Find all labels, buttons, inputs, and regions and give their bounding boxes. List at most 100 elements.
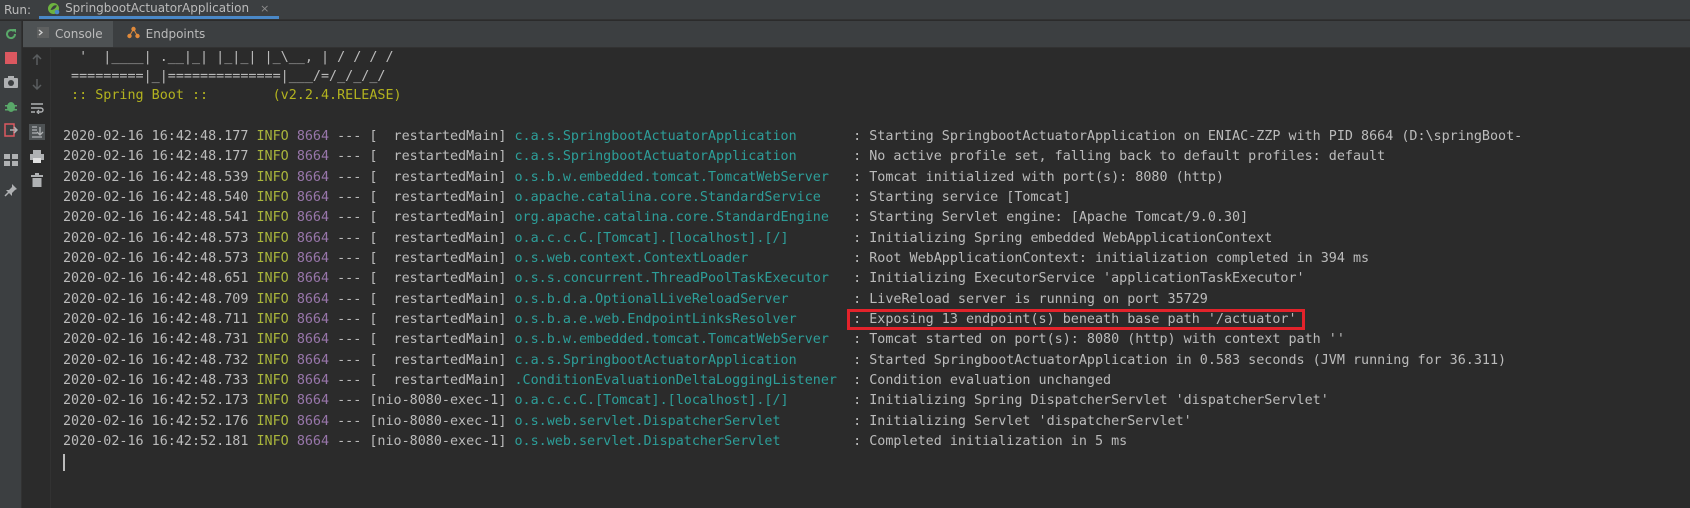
log-pid: 8664 xyxy=(296,250,330,266)
log-level: INFO xyxy=(256,433,289,449)
log-pid: 8664 xyxy=(296,372,330,388)
log-logger: c.a.s.SpringbootActuatorApplication xyxy=(514,149,846,165)
log-line: 2020-02-16 16:42:48.573 INFO 8664 --- [ … xyxy=(63,229,1272,249)
log-pid: 8664 xyxy=(296,169,330,185)
down-arrow-icon[interactable] xyxy=(29,76,45,92)
log-thread: [ restartedMain] xyxy=(369,169,507,185)
log-thread: [ restartedMain] xyxy=(369,372,507,388)
log-thread: [ restartedMain] xyxy=(369,271,507,287)
log-thread: [ restartedMain] xyxy=(369,291,507,307)
text-caret xyxy=(63,454,65,471)
log-timestamp: 2020-02-16 16:42:48.540 xyxy=(63,189,249,205)
log-level: INFO xyxy=(256,210,289,226)
spring-boot-version-line: :: Spring Boot :: (v2.2.4.RELEASE) xyxy=(63,88,402,103)
tab-endpoints[interactable]: Endpoints xyxy=(113,21,216,47)
log-line: 2020-02-16 16:42:52.176 INFO 8664 --- [n… xyxy=(63,412,1192,432)
banner-line: =========|_|==============|___/=/_/_/_/ xyxy=(63,69,386,84)
debug-bug-icon[interactable] xyxy=(3,98,19,114)
exit-icon[interactable] xyxy=(3,122,19,138)
log-timestamp: 2020-02-16 16:42:48.732 xyxy=(63,352,249,368)
highlight-box xyxy=(847,308,1305,330)
log-level: INFO xyxy=(256,372,289,388)
log-timestamp: 2020-02-16 16:42:48.709 xyxy=(63,291,249,307)
log-separator: --- xyxy=(337,433,362,449)
log-pid: 8664 xyxy=(296,210,330,226)
log-thread: [ restartedMain] xyxy=(369,189,507,205)
log-line: 2020-02-16 16:42:48.731 INFO 8664 --- [ … xyxy=(63,330,1345,350)
log-logger: o.s.s.concurrent.ThreadPoolTaskExecutor xyxy=(514,271,846,287)
log-level: INFO xyxy=(256,129,289,144)
banner-line: ' |____| .__|_| |_|_| |_\__, | / / / / xyxy=(63,50,394,65)
log-thread: [ restartedMain] xyxy=(369,210,507,226)
log-separator: --- xyxy=(337,311,362,327)
log-timestamp: 2020-02-16 16:42:52.176 xyxy=(63,413,249,429)
log-message: : LiveReload server is running on port 3… xyxy=(853,291,1208,307)
log-separator: --- xyxy=(337,230,362,246)
pin-icon[interactable] xyxy=(3,182,19,198)
close-icon[interactable]: × xyxy=(260,2,269,15)
log-pid: 8664 xyxy=(296,311,330,327)
log-line: 2020-02-16 16:42:48.733 INFO 8664 --- [ … xyxy=(63,371,1111,391)
scroll-to-end-icon[interactable] xyxy=(29,124,45,140)
log-logger: o.a.c.c.C.[Tomcat].[localhost].[/] xyxy=(514,230,846,246)
log-pid: 8664 xyxy=(296,332,330,348)
console-toolbar xyxy=(23,48,51,508)
log-logger: o.s.b.d.a.OptionalLiveReloadServer xyxy=(514,291,846,307)
log-separator: --- xyxy=(337,169,362,185)
trash-icon[interactable] xyxy=(29,172,45,188)
camera-icon[interactable] xyxy=(3,74,19,90)
log-line: 2020-02-16 16:42:48.573 INFO 8664 --- [ … xyxy=(63,249,1369,269)
log-level: INFO xyxy=(256,149,289,165)
log-pid: 8664 xyxy=(296,413,330,429)
log-line: 2020-02-16 16:42:48.539 INFO 8664 --- [ … xyxy=(63,168,1224,188)
tab-console[interactable]: Console xyxy=(23,21,113,47)
log-separator: --- xyxy=(337,189,362,205)
console-output[interactable]: ' |____| .__|_| |_|_| |_\__, | / / / / =… xyxy=(52,48,1690,508)
log-timestamp: 2020-02-16 16:42:48.177 xyxy=(63,149,249,165)
log-timestamp: 2020-02-16 16:42:48.651 xyxy=(63,271,249,287)
log-separator: --- xyxy=(337,413,362,429)
log-logger: c.a.s.SpringbootActuatorApplication xyxy=(514,352,846,368)
log-line: 2020-02-16 16:42:52.181 INFO 8664 --- [n… xyxy=(63,432,1127,452)
log-separator: --- xyxy=(337,372,362,388)
log-timestamp: 2020-02-16 16:42:48.177 xyxy=(63,129,249,144)
log-pid: 8664 xyxy=(296,271,330,287)
log-pid: 8664 xyxy=(296,291,330,307)
log-level: INFO xyxy=(256,189,289,205)
soft-wrap-icon[interactable] xyxy=(29,100,45,116)
log-line: 2020-02-16 16:42:52.173 INFO 8664 --- [n… xyxy=(63,391,1329,411)
log-message: : Initializing ExecutorService 'applicat… xyxy=(853,271,1305,287)
log-message: : Tomcat initialized with port(s): 8080 … xyxy=(853,169,1224,185)
log-separator: --- xyxy=(337,271,362,287)
log-message: : Root WebApplicationContext: initializa… xyxy=(853,250,1370,266)
log-pid: 8664 xyxy=(296,433,330,449)
log-thread: [nio-8080-exec-1] xyxy=(369,393,507,409)
log-pid: 8664 xyxy=(296,230,330,246)
stop-icon[interactable] xyxy=(3,50,19,66)
log-line: 2020-02-16 16:42:48.177 INFO 8664 --- [ … xyxy=(63,147,1385,167)
log-thread: [ restartedMain] xyxy=(369,311,507,327)
log-timestamp: 2020-02-16 16:42:48.733 xyxy=(63,372,249,388)
log-line: 2020-02-16 16:42:48.540 INFO 8664 --- [ … xyxy=(63,188,1071,208)
print-icon[interactable] xyxy=(29,148,45,164)
log-line: 2020-02-16 16:42:48.541 INFO 8664 --- [ … xyxy=(63,208,1248,228)
run-config-tab[interactable]: SpringbootActuatorApplication × xyxy=(39,0,280,19)
log-message: : Initializing Servlet 'dispatcherServle… xyxy=(853,413,1192,429)
log-separator: --- xyxy=(337,149,362,165)
layout-icon[interactable] xyxy=(3,152,19,168)
log-thread: [nio-8080-exec-1] xyxy=(369,433,507,449)
rerun-icon[interactable] xyxy=(3,26,19,42)
log-message: : Completed initialization in 5 ms xyxy=(853,433,1128,449)
log-timestamp: 2020-02-16 16:42:48.573 xyxy=(63,250,249,266)
log-thread: [ restartedMain] xyxy=(369,230,507,246)
log-message: : Starting service [Tomcat] xyxy=(853,189,1071,205)
log-pid: 8664 xyxy=(296,352,330,368)
log-logger: o.apache.catalina.core.StandardService xyxy=(514,189,846,205)
log-message: : Initializing Spring embedded WebApplic… xyxy=(853,230,1273,246)
up-arrow-icon[interactable] xyxy=(29,52,45,68)
log-line: 2020-02-16 16:42:48.177 INFO 8664 --- [ … xyxy=(63,127,1522,147)
run-label: Run: xyxy=(4,3,32,17)
log-thread: [ restartedMain] xyxy=(369,332,507,348)
run-toolwindow-header: Run: SpringbootActuatorApplication × xyxy=(0,0,1690,20)
tab-endpoints-label: Endpoints xyxy=(145,27,206,41)
